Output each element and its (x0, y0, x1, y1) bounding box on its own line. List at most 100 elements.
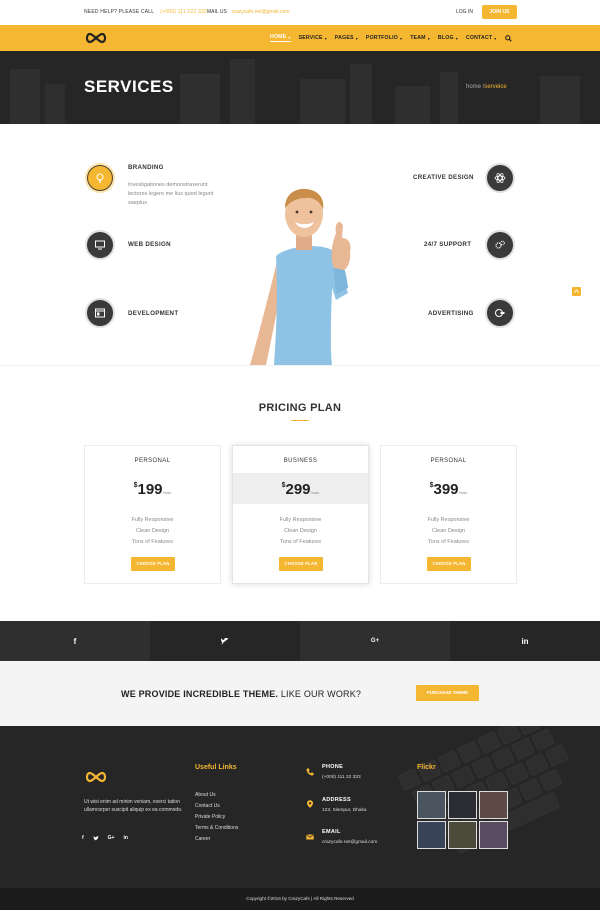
footer-google-plus-link[interactable]: G+ (108, 835, 115, 841)
nav-item-team[interactable]: TEAM ▾ (410, 35, 430, 41)
flickr-thumbnail[interactable] (448, 791, 477, 819)
nav-label: TEAM (410, 35, 426, 41)
plan-price: $199/mon (85, 481, 220, 499)
nav-label: HOME (270, 34, 287, 40)
plan-feature: Clean Design (431, 528, 466, 534)
mail-address-link[interactable]: crazycafe.net@gmail.com (232, 9, 290, 15)
nav-item-pages[interactable]: PAGES ▾ (335, 35, 358, 41)
nav-item-home[interactable]: HOME ▾ (270, 34, 291, 42)
plan-price: $299/mon (233, 481, 368, 499)
service-title-creative-design: CREATIVE DESIGN (413, 174, 474, 181)
purchase-theme-button[interactable]: PURCHASE THEME (416, 685, 479, 701)
twitter-link[interactable] (150, 621, 300, 661)
price-currency: $ (281, 482, 286, 489)
login-link[interactable]: LOG IN (456, 9, 473, 15)
footer-link-privacy[interactable]: Private Policy (195, 814, 225, 820)
chevron-down-icon: ▾ (494, 35, 497, 41)
hero-skyline-shape (300, 79, 345, 124)
chevron-up-icon (574, 289, 579, 293)
help-phone[interactable]: (+000) 111 222 333 (160, 9, 207, 15)
plan-feature: Fully Responsive (279, 517, 322, 523)
nav-label: PAGES (334, 35, 354, 41)
chevron-down-icon: ▾ (427, 35, 430, 41)
megaphone-icon (495, 309, 505, 317)
scroll-to-top-button[interactable] (572, 287, 581, 296)
footer: Ut wisi enim ad minim veniam, exerci tat… (0, 726, 600, 888)
footer-link-terms[interactable]: Terms & Conditions (195, 825, 238, 831)
nav-item-contact[interactable]: CONTACT ▾ (466, 35, 497, 41)
price-amount: 199 (137, 481, 163, 498)
cta-text-rest: LIKE OUR WORK? (278, 689, 362, 699)
service-icon-creative-design (485, 163, 515, 193)
nav-menu: HOME ▾ SERVICE ▾ PAGES ▾ PORTFOLIO ▾ TEAM ▾ B… (270, 25, 512, 51)
plan-feature: Clean Design (135, 528, 170, 534)
plan-name: PERSONAL (430, 458, 467, 464)
service-text-branding: Investigationes demonstraverunt lectores… (128, 182, 214, 206)
choose-plan-button[interactable]: CHOOSE PLAN (427, 557, 471, 571)
service-icon-web-design (85, 230, 115, 260)
map-pin-icon (307, 800, 313, 808)
help-text: NEED HELP? PLEASE CALL (+000) 111 222 333 (84, 9, 207, 15)
plan-feature: Fully Responsive (427, 517, 470, 523)
flickr-thumbnail[interactable] (448, 821, 477, 849)
hero-skyline-shape (180, 74, 220, 124)
copyright-bar: Copyright ©2016 by CrazyCafe | All Right… (0, 888, 600, 910)
chevron-down-icon: ▾ (355, 35, 358, 41)
gears-icon (495, 240, 505, 249)
page-title: SERVICES (84, 77, 174, 96)
chevron-down-icon: ▾ (324, 35, 327, 41)
mail-text: MAIL US crazycafe.net@gmail.com (207, 9, 289, 15)
hero-skyline-shape (230, 59, 255, 124)
chevron-down-icon: ▾ (288, 34, 291, 40)
nav-label: CONTACT (465, 35, 493, 41)
nav-label: PORTFOLIO (365, 35, 398, 41)
flickr-thumbnail[interactable] (417, 791, 446, 819)
service-title-advertising: ADVERTISING (428, 310, 474, 317)
breadcrumb-home-link[interactable]: home (466, 84, 481, 90)
flickr-thumbnail[interactable] (479, 791, 508, 819)
section-divider (0, 365, 600, 366)
footer-link-contact[interactable]: Contact Us (195, 803, 220, 809)
footer-link-career[interactable]: Career (195, 836, 210, 842)
flickr-thumbnail[interactable] (479, 821, 508, 849)
footer-infinity-logo-icon[interactable] (84, 771, 108, 783)
footer-twitter-icon[interactable] (93, 836, 99, 841)
facebook-link[interactable]: f (0, 621, 150, 661)
nav-item-blog[interactable]: BLOG ▾ (438, 35, 458, 41)
footer-social-links: f G+ in (82, 835, 137, 841)
footer-facebook-link[interactable]: f (82, 835, 84, 841)
infinity-logo-icon[interactable] (84, 32, 108, 44)
linkedin-link[interactable]: in (450, 621, 600, 661)
price-amount: 399 (433, 481, 459, 498)
hero-skyline-shape (540, 76, 580, 124)
pricing-card-personal-2: PERSONAL $399/mon Fully Responsive Clean… (380, 445, 517, 584)
address-label: ADDRESS (322, 797, 351, 803)
nav-item-service[interactable]: SERVICE ▾ (299, 35, 327, 41)
choose-plan-button[interactable]: CHOOSE PLAN (279, 557, 323, 571)
monitor-icon (95, 240, 105, 250)
choose-plan-button[interactable]: CHOOSE PLAN (131, 557, 175, 571)
plan-feature: Tons of Features (280, 539, 321, 545)
nav-item-portfolio[interactable]: PORTFOLIO ▾ (366, 35, 402, 41)
google-plus-link[interactable]: G+ (300, 621, 450, 661)
plan-price: $399/mon (381, 481, 516, 499)
hero-skyline-shape (10, 69, 40, 124)
footer-linkedin-link[interactable]: in (123, 835, 127, 841)
email-value[interactable]: crazycafe.net@gmail.com (322, 840, 377, 845)
flickr-thumbnail[interactable] (417, 821, 446, 849)
join-us-button[interactable]: JOIN US (482, 5, 517, 19)
copyright-text: Copyright ©2016 by CrazyCafe | All Right… (246, 896, 354, 901)
hero-skyline-shape (350, 64, 372, 124)
price-band: $199/mon (85, 473, 220, 504)
price-currency: $ (429, 482, 434, 489)
service-title-branding: BRANDING (128, 164, 164, 171)
price-band: $399/mon (381, 473, 516, 504)
footer-link-about[interactable]: About Us (195, 792, 216, 798)
search-icon[interactable] (504, 34, 512, 42)
price-period: /mon (458, 490, 468, 495)
nav-label: SERVICE (298, 35, 323, 41)
help-label: NEED HELP? PLEASE CALL (84, 9, 155, 15)
page-hero: SERVICES home /serveice (0, 51, 600, 124)
footer-about-text: Ut wisi enim ad minim veniam, exerci tat… (84, 799, 183, 813)
twitter-icon (221, 637, 229, 644)
